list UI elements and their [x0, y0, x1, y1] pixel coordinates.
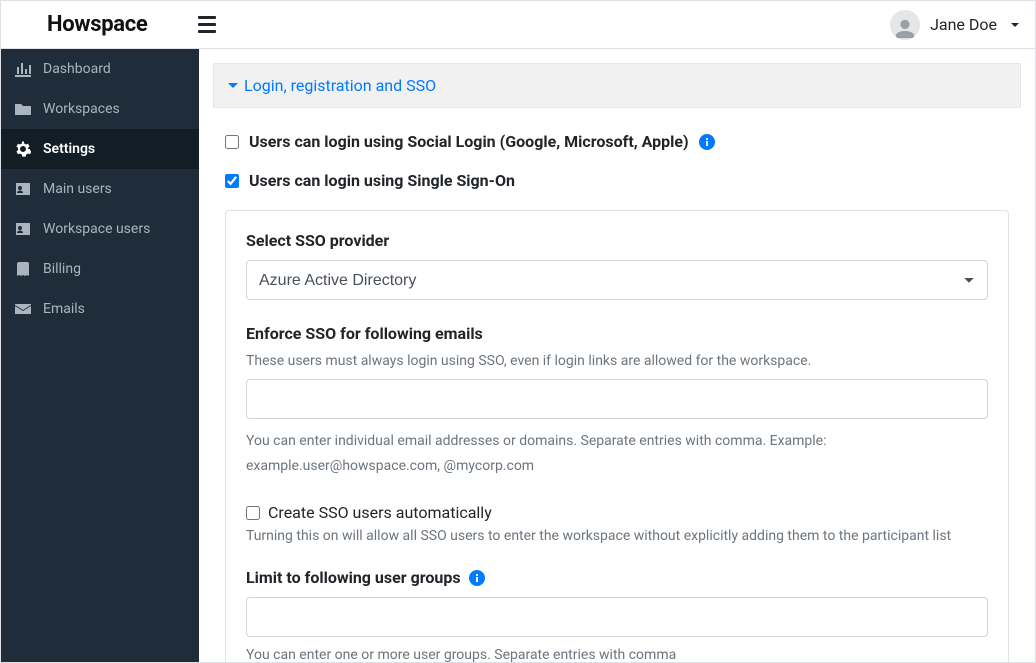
- book-icon: [15, 261, 31, 277]
- brand-logo: Howspace: [47, 12, 148, 37]
- sidebar-item-emails[interactable]: Emails: [1, 289, 199, 329]
- info-icon[interactable]: [699, 134, 715, 150]
- sso-provider-select[interactable]: Azure Active Directory: [246, 260, 988, 300]
- envelope-icon: [15, 301, 31, 317]
- limit-groups-input[interactable]: [246, 597, 988, 637]
- section-toggle-login[interactable]: Login, registration and SSO: [213, 63, 1021, 108]
- gear-icon: [15, 141, 31, 157]
- limit-groups-help: You can enter one or more user groups. S…: [246, 647, 988, 662]
- chevron-down-icon: [1011, 23, 1019, 27]
- folder-icon: [15, 101, 31, 117]
- username-label: Jane Doe: [930, 15, 997, 34]
- avatar-icon: [890, 10, 920, 40]
- menu-toggle-icon[interactable]: [198, 13, 222, 37]
- auto-create-checkbox[interactable]: [246, 506, 260, 520]
- sidebar-item-label: Main users: [43, 181, 112, 197]
- info-icon[interactable]: [469, 570, 485, 586]
- top-bar: Howspace Jane Doe: [1, 1, 1035, 49]
- enforce-sso-input[interactable]: [246, 379, 988, 419]
- users-icon: [15, 221, 31, 237]
- chart-icon: [15, 61, 31, 77]
- enforce-sso-help: You can enter individual email addresses…: [246, 429, 988, 479]
- sidebar-item-main-users[interactable]: Main users: [1, 169, 199, 209]
- user-card-icon: [15, 181, 31, 197]
- section-title: Login, registration and SSO: [244, 76, 436, 95]
- social-login-checkbox[interactable]: [225, 135, 239, 149]
- auto-create-desc: Turning this on will allow all SSO users…: [246, 528, 988, 544]
- content-area: Login, registration and SSO Users can lo…: [199, 49, 1035, 662]
- sidebar-item-billing[interactable]: Billing: [1, 249, 199, 289]
- sidebar-item-label: Emails: [43, 301, 85, 317]
- sidebar-item-label: Dashboard: [43, 61, 111, 77]
- sidebar-item-workspaces[interactable]: Workspaces: [1, 89, 199, 129]
- sidebar-item-dashboard[interactable]: Dashboard: [1, 49, 199, 89]
- sso-settings-card: Select SSO provider Azure Active Directo…: [225, 210, 1009, 662]
- sidebar-item-label: Workspace users: [43, 221, 150, 237]
- social-login-label: Users can login using Social Login (Goog…: [249, 132, 689, 151]
- enforce-sso-label: Enforce SSO for following emails: [246, 324, 988, 343]
- sidebar-item-settings[interactable]: Settings: [1, 129, 199, 169]
- auto-create-label: Create SSO users automatically: [268, 503, 492, 522]
- sidebar-item-label: Workspaces: [43, 101, 120, 117]
- enforce-sso-desc: These users must always login using SSO,…: [246, 353, 988, 369]
- sidebar-item-label: Billing: [43, 261, 81, 277]
- sidebar: Dashboard Workspaces Settings Main users…: [1, 49, 199, 662]
- sso-login-checkbox[interactable]: [225, 174, 239, 188]
- user-menu[interactable]: Jane Doe: [890, 10, 1019, 40]
- sso-login-label: Users can login using Single Sign-On: [249, 171, 515, 190]
- sso-provider-label: Select SSO provider: [246, 231, 988, 250]
- caret-down-icon: [228, 83, 238, 88]
- limit-groups-label: Limit to following user groups: [246, 568, 461, 587]
- sidebar-item-label: Settings: [43, 141, 95, 157]
- sidebar-item-workspace-users[interactable]: Workspace users: [1, 209, 199, 249]
